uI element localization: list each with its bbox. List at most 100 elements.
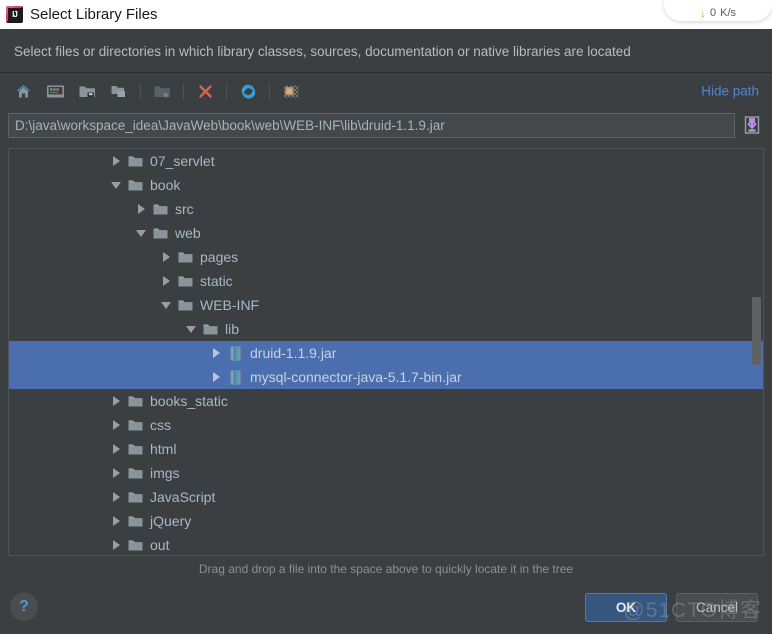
tree-row-label: mysql-connector-java-5.1.7-bin.jar [250, 369, 462, 385]
toolbar-separator [226, 82, 227, 100]
chevron-down-icon[interactable] [183, 317, 199, 341]
tree-row[interactable]: WEB-INF [9, 293, 763, 317]
chevron-right-icon[interactable] [208, 341, 224, 365]
tree-row[interactable]: web [9, 221, 763, 245]
tree-row[interactable]: lib [9, 317, 763, 341]
folder-icon [124, 461, 146, 485]
save-to-disk-icon[interactable] [740, 112, 764, 138]
folder-icon [124, 389, 146, 413]
download-arrow-icon: ↓ [699, 6, 706, 20]
tree-row-label: pages [200, 249, 239, 265]
window-title: Select Library Files [30, 6, 158, 23]
tree-row-label: web [175, 225, 201, 241]
dialog-subtitle: Select files or directories in which lib… [14, 44, 631, 59]
tree-row-label: html [150, 441, 177, 457]
tree-row-label: druid-1.1.9.jar [250, 345, 337, 361]
jar-file-icon [224, 365, 246, 389]
toolbar-separator [140, 82, 141, 100]
refresh-icon[interactable] [235, 78, 261, 104]
new-folder-icon [149, 78, 175, 104]
jar-file-icon [224, 341, 246, 365]
module-folder-icon[interactable] [106, 78, 132, 104]
intellij-idea-logo-icon [6, 6, 23, 23]
chevron-right-icon[interactable] [108, 485, 124, 509]
tree-row[interactable]: imgs [9, 461, 763, 485]
folder-icon [149, 221, 171, 245]
chevron-right-icon[interactable] [108, 437, 124, 461]
chevron-right-icon[interactable] [108, 509, 124, 533]
chevron-right-icon[interactable] [108, 533, 124, 555]
tree-row[interactable]: html [9, 437, 763, 461]
select-library-files-dialog: Select files or directories in which lib… [0, 29, 772, 634]
tree-vertical-scrollbar[interactable] [751, 149, 762, 555]
tree-row-label: css [150, 417, 171, 433]
home-icon[interactable] [10, 78, 36, 104]
folder-icon [124, 533, 146, 555]
network-speed-unit: K/s [720, 7, 737, 19]
chevron-right-icon[interactable] [108, 461, 124, 485]
tree-row[interactable]: 07_servlet [9, 149, 763, 173]
tree-row-label: src [175, 201, 194, 217]
show-hidden-files-icon[interactable] [278, 78, 304, 104]
tree-row[interactable]: mysql-connector-java-5.1.7-bin.jar [9, 365, 763, 389]
tree-row[interactable]: jQuery [9, 509, 763, 533]
tree-row-label: JavaScript [150, 489, 216, 505]
tree-row-label: jQuery [150, 513, 192, 529]
ok-button[interactable]: OK [585, 592, 667, 622]
desktop-icon[interactable] [42, 78, 68, 104]
folder-icon [124, 149, 146, 173]
help-button[interactable]: ? [10, 593, 38, 621]
chevron-right-icon[interactable] [108, 389, 124, 413]
dialog-footer: ? OK Cancel @51CTO博客 [0, 580, 772, 634]
tree-row[interactable]: druid-1.1.9.jar [9, 341, 763, 365]
folder-icon [124, 173, 146, 197]
tree-scrollbar-thumb[interactable] [752, 297, 761, 365]
hide-path-link[interactable]: Hide path [701, 84, 759, 99]
chevron-right-icon[interactable] [208, 365, 224, 389]
folder-icon [124, 485, 146, 509]
cancel-button[interactable]: Cancel [676, 592, 758, 622]
tree-row[interactable]: book [9, 173, 763, 197]
folder-icon [124, 509, 146, 533]
chevron-right-icon[interactable] [108, 413, 124, 437]
chevron-down-icon[interactable] [133, 221, 149, 245]
path-input[interactable] [8, 112, 735, 138]
tree-row[interactable]: books_static [9, 389, 763, 413]
delete-icon[interactable] [192, 78, 218, 104]
network-speed-value: 0 [709, 7, 717, 19]
chevron-right-icon[interactable] [158, 245, 174, 269]
window-titlebar: Select Library Files ↓ 0 K/s [0, 0, 772, 29]
folder-icon [124, 413, 146, 437]
tree-row-label: static [200, 273, 233, 289]
tree-row-label: WEB-INF [200, 297, 260, 313]
tree-row[interactable]: out [9, 533, 763, 555]
file-tree: 07_servlet book src web pages static WEB-INF li… [9, 149, 763, 555]
chevron-down-icon[interactable] [158, 293, 174, 317]
tree-row[interactable]: pages [9, 245, 763, 269]
folder-icon [174, 293, 196, 317]
tree-row-label: lib [225, 321, 240, 337]
chevron-right-icon[interactable] [108, 149, 124, 173]
project-folder-icon[interactable] [74, 78, 100, 104]
tree-row[interactable]: css [9, 413, 763, 437]
chevron-right-icon[interactable] [158, 269, 174, 293]
tree-row[interactable]: src [9, 197, 763, 221]
tree-row-label: imgs [150, 465, 180, 481]
chevron-right-icon[interactable] [133, 197, 149, 221]
file-tree-panel[interactable]: 07_servlet book src web pages static WEB-INF li… [8, 148, 764, 556]
tree-row[interactable]: JavaScript [9, 485, 763, 509]
tree-row[interactable]: static [9, 269, 763, 293]
chevron-down-icon[interactable] [108, 173, 124, 197]
network-speed-indicator: ↓ 0 K/s [664, 0, 772, 21]
